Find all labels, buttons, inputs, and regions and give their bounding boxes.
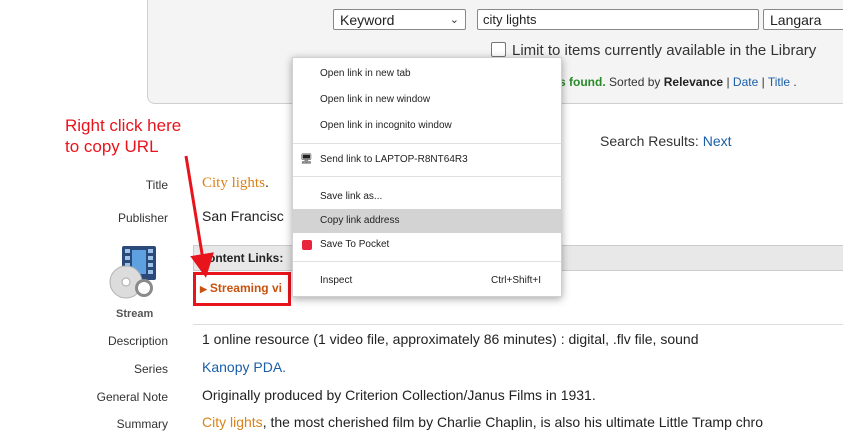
title-label: Title — [145, 178, 168, 192]
search-results-nav: Search Results: Next — [600, 133, 732, 149]
divider — [193, 324, 843, 325]
publisher-value: San Francisc — [202, 208, 284, 224]
annotation-text: Right click here to copy URL — [65, 115, 181, 157]
menu-item-label: Send link to LAPTOP-R8NT64R3 — [320, 154, 468, 165]
next-link[interactable]: Next — [703, 133, 732, 149]
stream-label: Stream — [116, 308, 154, 320]
search-results-label: Search Results: — [600, 133, 699, 149]
summary-label: Summary — [116, 417, 168, 431]
general-note-value: Originally produced by Criterion Collect… — [202, 387, 596, 403]
search-keyword-input[interactable]: city lights — [477, 9, 759, 30]
summary-text: , the most cherished film by Charlie Cha… — [262, 414, 764, 430]
sort-separator: | — [723, 75, 733, 89]
annotation-highlight-box — [193, 272, 291, 306]
pocket-icon — [302, 240, 312, 250]
menu-send-link-to-device[interactable]: 🖥 Send link to LAPTOP-R8NT64R3 — [293, 148, 561, 172]
menu-inspect[interactable]: Inspect Ctrl+Shift+I — [293, 269, 561, 293]
menu-item-label: Copy link address — [320, 215, 400, 226]
location-select[interactable]: Langara — [763, 9, 843, 30]
menu-item-label: Open link in incognito window — [320, 120, 452, 131]
summary-title-link[interactable]: City lights — [202, 414, 263, 430]
description-label: Description — [107, 334, 168, 348]
menu-separator — [293, 143, 561, 144]
menu-open-new-window[interactable]: Open link in new window — [293, 88, 561, 112]
search-field-select[interactable]: Keyword ⌄ — [333, 9, 466, 30]
series-link[interactable]: Kanopy PDA. — [202, 359, 286, 375]
general-note-label: General Note — [96, 390, 168, 404]
description-value: 1 online resource (1 video file, approxi… — [202, 331, 699, 347]
results-found-line: s found. Sorted by Relevance | Date | Ti… — [559, 75, 797, 89]
title-link[interactable]: City lights — [202, 175, 265, 191]
laptop-icon: 🖥 — [300, 154, 313, 165]
menu-separator — [293, 261, 561, 262]
menu-item-label: Save link as... — [320, 191, 383, 202]
sorted-by-label: Sorted by — [609, 75, 661, 89]
search-field-select-value: Keyword — [340, 12, 395, 28]
context-menu: Open link in new tab Open link in new wi… — [292, 57, 562, 297]
sort-relevance: Relevance — [663, 75, 724, 89]
annotation-line-2: to copy URL — [65, 137, 159, 156]
checkbox-icon[interactable] — [491, 42, 506, 57]
sort-title-link[interactable]: Title — [768, 75, 790, 89]
summary-value: City lights, the most cherished film by … — [202, 414, 763, 430]
menu-copy-link-address[interactable]: Copy link address — [293, 209, 561, 233]
menu-save-to-pocket[interactable]: Save To Pocket — [293, 233, 561, 257]
menu-item-label: Open link in new tab — [320, 68, 411, 79]
menu-open-new-tab[interactable]: Open link in new tab — [293, 62, 561, 86]
results-found-text: s found. — [559, 75, 606, 89]
chevron-down-icon: ⌄ — [449, 14, 459, 26]
stream-media-icon — [104, 244, 160, 299]
title-value: City lights. — [202, 174, 269, 192]
sort-date-link[interactable]: Date — [733, 75, 758, 89]
menu-open-incognito[interactable]: Open link in incognito window — [293, 114, 561, 138]
menu-separator — [293, 176, 561, 177]
sort-end: . — [790, 75, 797, 89]
menu-save-link-as[interactable]: Save link as... — [293, 185, 561, 209]
series-label: Series — [133, 362, 168, 376]
menu-item-label: Open link in new window — [320, 94, 431, 105]
title-punct: . — [264, 174, 269, 190]
sort-separator: | — [758, 75, 768, 89]
content-links-label: ontent Links: — [208, 251, 284, 265]
publisher-label: Publisher — [117, 211, 168, 225]
annotation-line-1: Right click here — [65, 116, 182, 135]
menu-item-label: Inspect — [320, 275, 353, 286]
menu-item-label: Save To Pocket — [320, 239, 390, 250]
menu-shortcut: Ctrl+Shift+I — [490, 275, 541, 286]
series-value-wrap: Kanopy PDA. — [202, 359, 286, 375]
